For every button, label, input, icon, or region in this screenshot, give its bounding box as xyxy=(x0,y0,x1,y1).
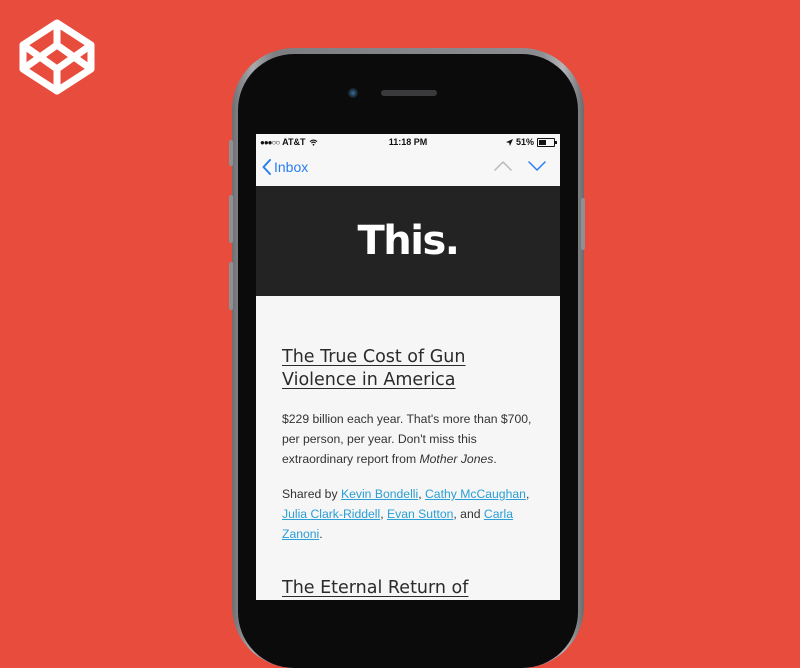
publication-name: Mother Jones xyxy=(419,452,494,466)
inbox-back-label: Inbox xyxy=(274,159,309,175)
codepen-logo-icon xyxy=(19,19,95,95)
shared-by-line: Shared by Kevin Bondelli, Cathy McCaugha… xyxy=(282,487,530,541)
mail-nav-bar: Inbox xyxy=(256,150,560,187)
chevron-left-icon xyxy=(262,159,271,175)
chevron-up-icon[interactable] xyxy=(494,160,512,172)
mute-switch xyxy=(229,140,233,166)
battery-icon xyxy=(537,137,557,147)
sharer-link[interactable]: Kevin Bondelli xyxy=(341,487,418,501)
sharer-link[interactable]: Julia Clark-Riddell xyxy=(282,507,380,521)
newsletter-header: This. xyxy=(256,186,560,296)
sharer-link[interactable]: Cathy McCaughan xyxy=(425,487,526,501)
front-camera-icon xyxy=(348,88,358,98)
chevron-down-icon[interactable] xyxy=(528,160,546,172)
earpiece-speaker xyxy=(381,90,437,96)
inbox-back-button[interactable]: Inbox xyxy=(262,159,308,175)
article-title[interactable]: The True Cost of Gun Violence in America xyxy=(282,346,540,392)
volume-down-button xyxy=(229,262,233,310)
location-arrow-icon xyxy=(505,138,513,146)
volume-up-button xyxy=(229,195,233,243)
battery-percent: 51% xyxy=(515,137,534,147)
power-button xyxy=(581,198,585,250)
second-article-title[interactable]: The Eternal Return of xyxy=(282,577,542,600)
sharer-link[interactable]: Evan Sutton xyxy=(387,507,453,521)
article-summary: $229 billion each year. That's more than… xyxy=(282,412,532,466)
status-bar: ●●●○○ AT&T 11:18 PM 51% xyxy=(256,134,560,150)
newsletter-title: This. xyxy=(357,218,460,264)
article-card: The True Cost of Gun Violence in America… xyxy=(282,346,540,544)
